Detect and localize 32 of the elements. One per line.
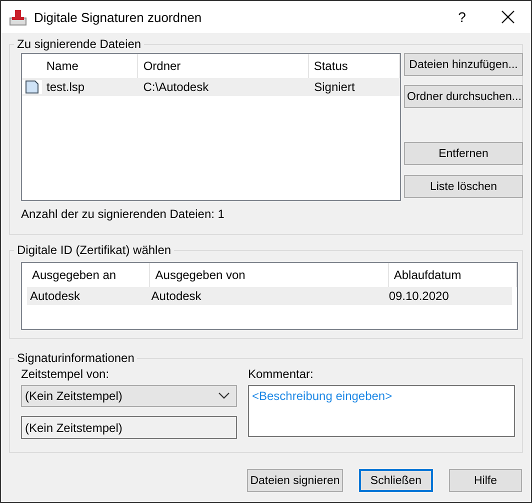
comment-label: Kommentar: xyxy=(248,367,314,383)
close-icon xyxy=(501,10,515,24)
table-cell-text: Autodesk xyxy=(29,289,82,303)
table-cell-text: test.lsp xyxy=(46,80,86,94)
table-cell-text: C:\Autodesk xyxy=(142,80,210,94)
action-button[interactable]: Entfernen xyxy=(404,142,523,165)
table-cell-text: Signiert xyxy=(313,80,356,94)
action-button[interactable]: Ordner durchsuchen... xyxy=(404,85,523,108)
dialog-button[interactable]: Schließen xyxy=(359,469,433,492)
timestamp-dropdown[interactable]: (Kein Zeitstempel) xyxy=(21,385,237,407)
group-title: Signaturinformationen xyxy=(16,351,136,365)
timestamp-label: Zeitstempel von: xyxy=(21,367,110,383)
table-cell-text: 09.10.2020 xyxy=(388,289,450,303)
dialog-button[interactable]: Hilfe xyxy=(449,469,522,492)
group-title: Digitale ID (Zertifikat) wählen xyxy=(16,243,172,257)
file-row[interactable]: test.lsp C:\Autodesk Signiert xyxy=(22,78,400,96)
stamp-icon xyxy=(9,8,27,26)
file-list[interactable]: Name Ordner Status test.lsp C:\Autodesk Signiert xyxy=(21,53,401,201)
certificate-row[interactable]: Autodesk Autodesk 09.10.2020 xyxy=(27,287,512,305)
window-title: Digitale Signaturen zuordnen xyxy=(34,10,203,24)
certificate-list[interactable]: Ausgegeben an Ausgegeben von Ablaufdatum Autodesk Autodesk 09.10.2020 xyxy=(21,262,518,330)
help-button[interactable]: ? xyxy=(439,1,485,33)
file-count: Anzahl der zu signierenden Dateien: 1 xyxy=(21,207,226,221)
chevron-down-icon xyxy=(218,392,230,400)
comment-field[interactable]: <Beschreibung eingeben> xyxy=(248,385,515,437)
action-button[interactable]: Liste löschen xyxy=(404,175,523,198)
table-cell-text: Autodesk xyxy=(150,289,202,303)
dialog-button[interactable]: Dateien signieren xyxy=(247,469,343,492)
group-title: Zu signierende Dateien xyxy=(16,37,142,51)
action-button[interactable]: Dateien hinzufügen... xyxy=(404,53,523,76)
timestamp-field[interactable]: (Kein Zeitstempel) xyxy=(21,416,237,439)
file-icon xyxy=(24,80,39,94)
